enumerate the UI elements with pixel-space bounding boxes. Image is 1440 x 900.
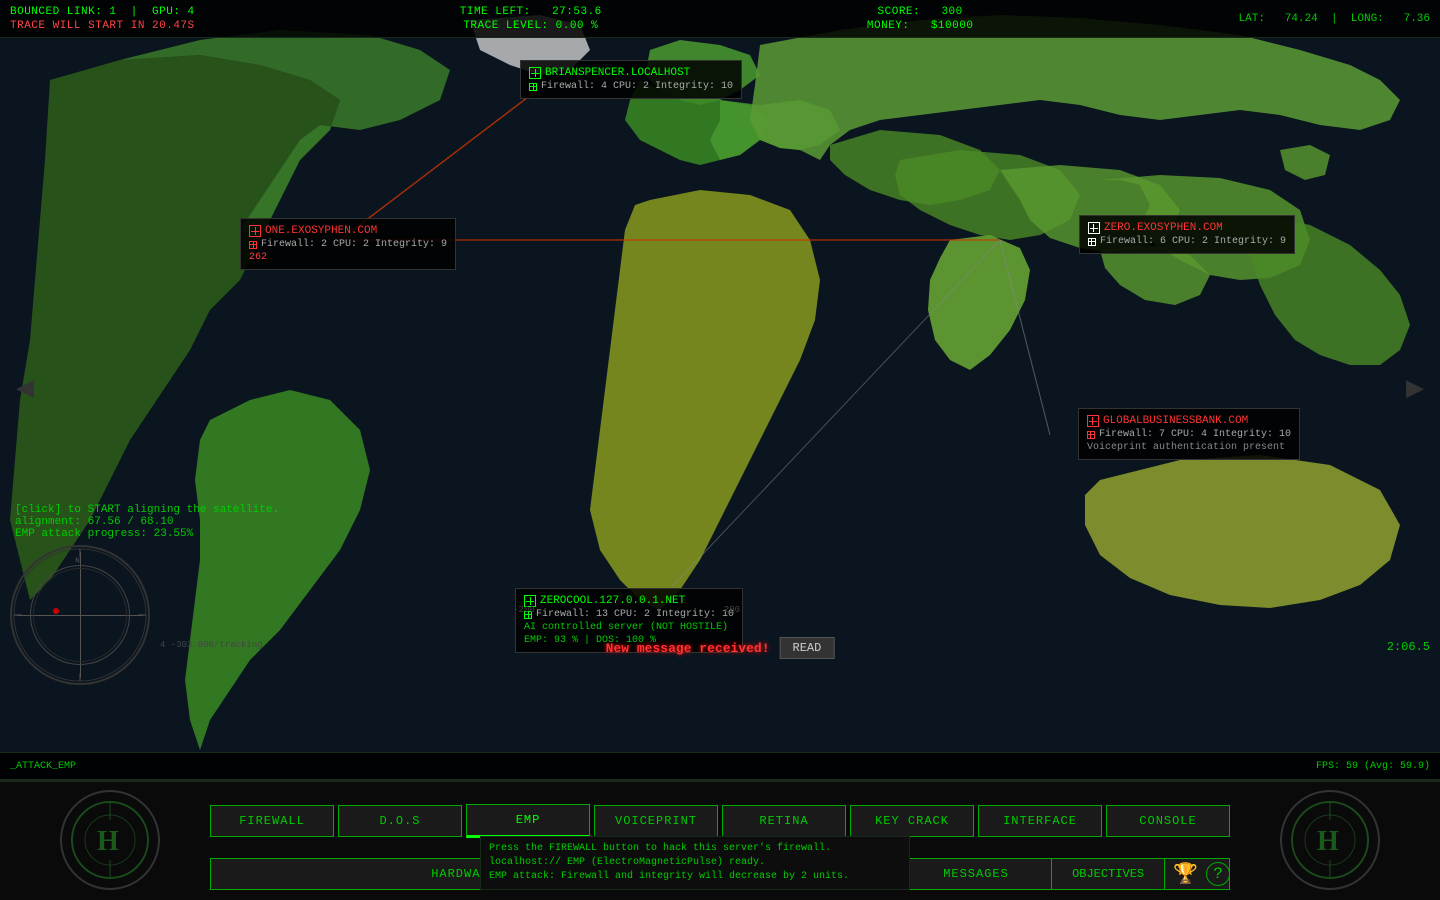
info-line-1: Press the FIREWALL button to hack this s…: [489, 842, 901, 856]
node-globalbusiness-extra: Voiceprint authentication present: [1087, 442, 1291, 453]
hud-time: Time Left: 27:53.6: [460, 6, 602, 18]
click-text: [click] to START aligning the satellite.: [15, 504, 279, 516]
node-zero-exosyphen[interactable]: zero.exosyphen.com Firewall: 6 CPU: 2 In…: [1079, 215, 1295, 254]
hud-score-line: Score: 300: [867, 6, 974, 18]
money-value: $10000: [931, 20, 974, 32]
key-crack-button[interactable]: KEY CRACK: [850, 805, 974, 837]
info-line-2: localhost:// EMP (ElectroMagneticPulse) …: [489, 856, 901, 870]
node-brianspencer-name: BrianSpencer.localhost: [545, 67, 690, 79]
scale-bar: -200 200: [513, 605, 740, 615]
hud-trace-level: Trace level: 0.00 %: [460, 20, 602, 32]
info-line-3: EMP attack: Firewall and integrity will …: [489, 870, 901, 884]
right-panel: ▶: [1390, 38, 1440, 738]
node-brianspencer[interactable]: BrianSpencer.localhost Firewall: 4 CPU: …: [520, 60, 742, 99]
tracking-info: 4 -303.000/tracking: [160, 640, 263, 650]
node-zerocool-extra1: AI controlled server (NOT HOSTILE): [524, 622, 734, 633]
emp-button[interactable]: EMP: [466, 804, 590, 838]
node-one-exosyphen-stats: Firewall: 2 CPU: 2 Integrity: 9: [261, 239, 447, 250]
info-text-area: Press the FIREWALL button to hack this s…: [480, 836, 910, 890]
score-value: 300: [941, 6, 962, 18]
objectives-button[interactable]: OBJECTIVES: [1051, 858, 1165, 890]
satellite-targeting: N: [10, 545, 150, 685]
hud-money: Money: $10000: [867, 20, 974, 32]
hud-latlong: LAT: 74.24 | LONG: 7.36: [1239, 13, 1430, 25]
node-brianspencer-stats: Firewall: 4 CPU: 2 Integrity: 10: [541, 81, 733, 92]
firewall-button[interactable]: FIREWALL: [210, 805, 334, 837]
node-one-exosyphen-extra: 262: [249, 252, 447, 263]
arrow-left-icon[interactable]: ◀: [16, 370, 34, 407]
status-overlay: [click] to START aligning the satellite.…: [15, 504, 279, 540]
top-hud: Bounced Link: 1 | GPU: 4 Trace will star…: [0, 0, 1440, 38]
bottom-hud-bar: _ATTACK_EMP FPS: 59 (Avg: 59.9) New mess…: [0, 752, 1440, 780]
message-bar: New message received! READ: [606, 637, 835, 659]
voiceprint-button[interactable]: VOICEPRINT: [594, 805, 718, 837]
map-coords: 4 -303.000/tracking: [160, 640, 263, 650]
alignment: alignment: 67.56 / 68.10: [15, 516, 279, 528]
svg-text:N: N: [75, 558, 80, 566]
hack-button-row: FIREWALL D.O.S EMP VOICEPRINT RETINA KEY…: [0, 804, 1440, 838]
node-one-exosyphen-name: one.exosyphen.com: [265, 225, 377, 237]
node-one-exosyphen[interactable]: one.exosyphen.com Firewall: 2 CPU: 2 Int…: [240, 218, 456, 270]
time-value: 27:53.6: [552, 6, 602, 18]
node-globalbusiness[interactable]: GlobalBusinessBank.com Firewall: 7 CPU: …: [1078, 408, 1300, 460]
node-zero-exosyphen-stats: Firewall: 6 CPU: 2 Integrity: 9: [1100, 236, 1286, 247]
bounced-link: Bounced Link: 1: [10, 6, 117, 18]
trophy-icon: 🏆: [1173, 861, 1198, 887]
lat-value: 74.24: [1285, 13, 1318, 25]
bottom-section: H H FIREWALL D.O.S EMP VOICEPRINT RETINA…: [0, 780, 1440, 900]
hud-bounced-gpu: Bounced Link: 1 | GPU: 4: [10, 6, 195, 18]
mode-display: _ATTACK_EMP: [10, 761, 76, 772]
node-globalbusiness-stats: Firewall: 7 CPU: 4 Integrity: 10: [1099, 429, 1291, 440]
emp-progress: EMP attack progress: 23.55%: [15, 528, 279, 540]
fps-display: FPS: 59 (Avg: 59.9): [1316, 761, 1430, 772]
timer-display: 2:06.5: [1387, 640, 1430, 654]
world-map[interactable]: BrianSpencer.localhost Firewall: 4 CPU: …: [0, 0, 1440, 780]
long-value: 7.36: [1404, 13, 1430, 25]
gpu-count: GPU: 4: [152, 6, 195, 18]
hud-score: Score: 300 Money: $10000: [867, 6, 974, 32]
node-zero-exosyphen-name: zero.exosyphen.com: [1104, 222, 1223, 234]
interface-button[interactable]: INTERFACE: [978, 805, 1102, 837]
retina-button[interactable]: RETINA: [722, 805, 846, 837]
objectives-area: OBJECTIVES 🏆 ?: [1051, 858, 1230, 890]
console-button[interactable]: CONSOLE: [1106, 805, 1230, 837]
hud-trace: Trace will start in 20.47s: [10, 20, 195, 32]
dos-button[interactable]: D.O.S: [338, 805, 462, 837]
hud-left: Bounced Link: 1 | GPU: 4 Trace will star…: [10, 6, 195, 32]
new-message-text: New message received!: [606, 641, 770, 656]
latlong-display: LAT: 74.24 | LONG: 7.36: [1239, 13, 1430, 25]
node-globalbusiness-name: GlobalBusinessBank.com: [1103, 415, 1248, 427]
read-button[interactable]: READ: [780, 637, 835, 659]
arrow-right-icon[interactable]: ▶: [1406, 370, 1424, 407]
help-icon[interactable]: ?: [1206, 862, 1230, 886]
hud-center: Time Left: 27:53.6 Trace level: 0.00 %: [460, 6, 602, 32]
